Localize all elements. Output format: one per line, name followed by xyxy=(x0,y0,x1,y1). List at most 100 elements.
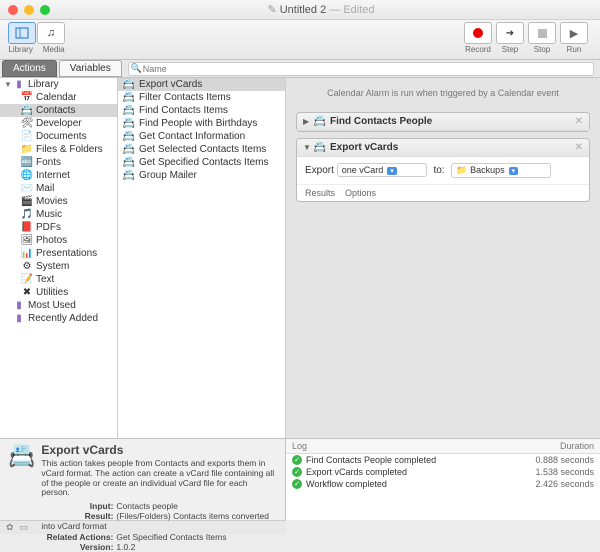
folder-icon: ▮ xyxy=(12,300,26,311)
contacts-icon: 📇 xyxy=(313,116,327,127)
search-icon: 🔍 xyxy=(131,63,142,74)
tree-item[interactable]: 📁Files & Folders xyxy=(0,143,117,156)
contacts-icon: 📇 xyxy=(122,105,136,116)
tree-item[interactable]: ✖Utilities xyxy=(0,286,117,299)
export-label: Export xyxy=(305,165,334,176)
category-icon: 📁 xyxy=(20,144,34,155)
tree-root-library[interactable]: ▼ ▮ Library xyxy=(0,78,117,91)
action-item[interactable]: 📇Find People with Birthdays xyxy=(118,117,285,130)
category-icon: 🛠 xyxy=(20,118,34,129)
contacts-icon: 📇 xyxy=(122,131,136,142)
disclosure-icon[interactable]: ▼ xyxy=(303,143,313,152)
tree-item[interactable]: ✉️Mail xyxy=(0,182,117,195)
workflow-indicator-icon[interactable]: ▭ xyxy=(20,522,29,533)
actions-list[interactable]: 📇Export vCards📇Filter Contacts Items📇Fin… xyxy=(118,78,286,438)
tree-item[interactable]: 📇Contacts xyxy=(0,104,117,117)
folder-icon: 📁 xyxy=(456,165,467,175)
action-item[interactable]: 📇Group Mailer xyxy=(118,169,285,182)
tree-item[interactable]: 📕PDFs xyxy=(0,221,117,234)
category-icon: 🔤 xyxy=(20,157,34,168)
action-item[interactable]: 📇Get Contact Information xyxy=(118,130,285,143)
disclosure-icon: ▼ xyxy=(4,80,12,89)
action-item[interactable]: 📇Filter Contacts Items xyxy=(118,91,285,104)
category-icon: ⚙ xyxy=(20,261,34,272)
record-button[interactable] xyxy=(464,22,492,44)
search-input[interactable] xyxy=(128,62,594,76)
tree-item[interactable]: 🌐Internet xyxy=(0,169,117,182)
category-icon: ✖ xyxy=(20,287,34,298)
to-label: to: xyxy=(433,165,444,176)
remove-step-icon[interactable]: ✕ xyxy=(575,142,583,153)
stop-icon xyxy=(538,29,547,38)
action-info-panel: 📇 Export vCards This action takes people… xyxy=(0,439,286,520)
contacts-icon: 📇 xyxy=(8,443,35,469)
workflow-step-export-vcards[interactable]: ▼ 📇 Export vCards ✕ Export one vCard▾ to… xyxy=(296,138,590,202)
log-header-msg: Log xyxy=(292,441,560,451)
tree-item[interactable]: 📄Documents xyxy=(0,130,117,143)
step-icon: ➔ xyxy=(506,28,514,39)
check-icon: ✓ xyxy=(292,479,302,489)
contacts-icon: 📇 xyxy=(122,170,136,181)
action-item[interactable]: 📇Get Specified Contacts Items xyxy=(118,156,285,169)
tree-item[interactable]: 📊Presentations xyxy=(0,247,117,260)
contacts-icon: 📇 xyxy=(122,92,136,103)
library-toggle[interactable] xyxy=(8,22,36,44)
category-icon: 🎵 xyxy=(20,209,34,220)
folder-icon: ▮ xyxy=(12,313,26,324)
tree-most-used[interactable]: ▮ Most Used xyxy=(0,299,117,312)
workflow-step-find-contacts[interactable]: ▶ 📇 Find Contacts People ✕ xyxy=(296,112,590,132)
contacts-icon: 📇 xyxy=(122,157,136,168)
window-minimize-button[interactable] xyxy=(24,5,34,15)
window-title: ✎ Untitled 2 — Edited xyxy=(50,3,592,16)
disclosure-icon[interactable]: ▶ xyxy=(303,117,313,126)
tree-item[interactable]: 🛠Developer xyxy=(0,117,117,130)
tree-item[interactable]: 🔤Fonts xyxy=(0,156,117,169)
category-icon: 📊 xyxy=(20,248,34,259)
tab-variables[interactable]: Variables xyxy=(59,60,122,77)
library-icon: ▮ xyxy=(12,79,26,90)
check-icon: ✓ xyxy=(292,455,302,465)
window-close-button[interactable] xyxy=(8,5,18,15)
tree-item[interactable]: ⚙System xyxy=(0,260,117,273)
record-icon xyxy=(473,28,483,38)
tree-item[interactable]: 🖼Photos xyxy=(0,234,117,247)
log-panel: Log Duration ✓Find Contacts People compl… xyxy=(286,439,600,520)
tree-recently-added[interactable]: ▮ Recently Added xyxy=(0,312,117,325)
window-zoom-button[interactable] xyxy=(40,5,50,15)
library-tree[interactable]: ▼ ▮ Library 📅Calendar📇Contacts🛠Developer… xyxy=(0,78,118,438)
action-item[interactable]: 📇Get Selected Contacts Items xyxy=(118,143,285,156)
run-button[interactable]: ▶ xyxy=(560,22,588,44)
category-icon: 📄 xyxy=(20,131,34,142)
category-icon: ✉️ xyxy=(20,183,34,194)
category-icon: 🖼 xyxy=(20,235,34,246)
gear-icon[interactable]: ✿ xyxy=(6,522,14,533)
tree-item[interactable]: 📝Text xyxy=(0,273,117,286)
step-button[interactable]: ➔ xyxy=(496,22,524,44)
toolbar: ♫ LibraryMedia Record ➔Step Stop ▶Run xyxy=(0,20,600,60)
tree-item[interactable]: 📅Calendar xyxy=(0,91,117,104)
results-tab[interactable]: Results xyxy=(305,188,335,198)
workflow-canvas[interactable]: Calendar Alarm is run when triggered by … xyxy=(286,78,600,438)
contacts-icon: 📇 xyxy=(122,118,136,129)
action-item[interactable]: 📇Find Contacts Items xyxy=(118,104,285,117)
category-icon: 📕 xyxy=(20,222,34,233)
category-icon: 📝 xyxy=(20,274,34,285)
log-row: ✓Workflow completed2.426 seconds xyxy=(286,478,600,490)
info-description: This action takes people from Contacts a… xyxy=(41,459,277,498)
contacts-icon: 📇 xyxy=(313,142,327,153)
remove-step-icon[interactable]: ✕ xyxy=(575,116,583,127)
log-header-duration: Duration xyxy=(560,441,594,451)
media-toggle[interactable]: ♫ xyxy=(37,22,65,44)
action-item[interactable]: 📇Export vCards xyxy=(118,78,285,91)
contacts-icon: 📇 xyxy=(122,144,136,155)
category-icon: 🌐 xyxy=(20,170,34,181)
chevron-down-icon: ▾ xyxy=(387,167,397,175)
tree-item[interactable]: 🎬Movies xyxy=(0,195,117,208)
destination-select[interactable]: 📁 Backups▾ xyxy=(451,163,551,178)
category-icon: 🎬 xyxy=(20,196,34,207)
export-mode-select[interactable]: one vCard▾ xyxy=(337,163,427,177)
stop-button[interactable] xyxy=(528,22,556,44)
tab-actions[interactable]: Actions xyxy=(2,60,57,77)
tree-item[interactable]: 🎵Music xyxy=(0,208,117,221)
options-tab[interactable]: Options xyxy=(345,188,376,198)
